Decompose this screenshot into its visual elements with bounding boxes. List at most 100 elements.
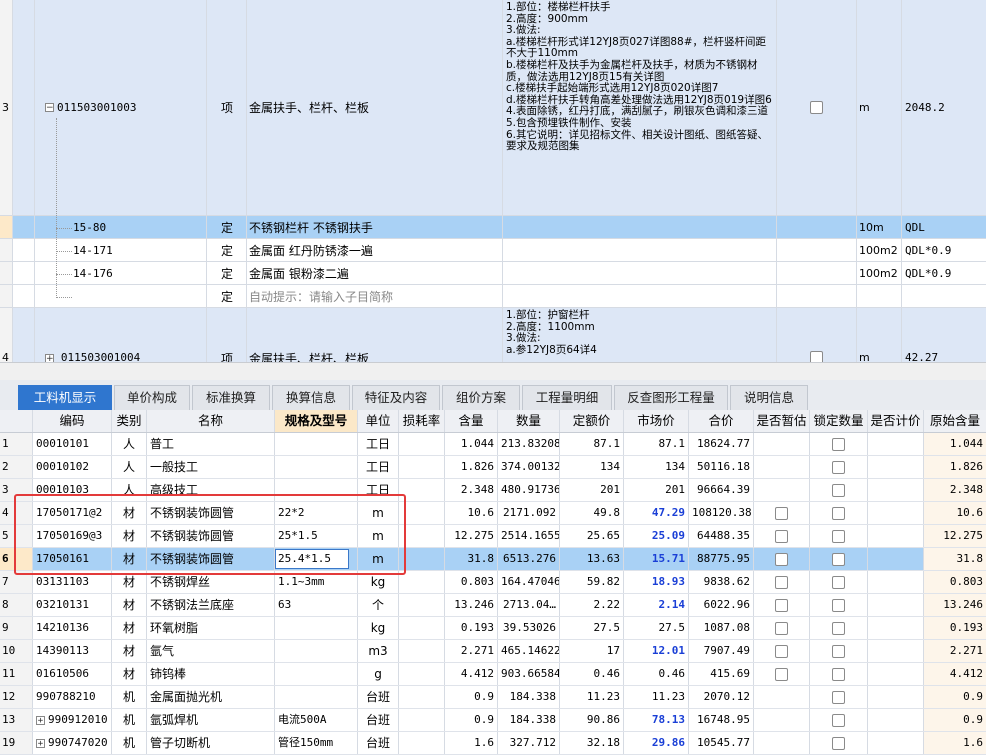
resource-code[interactable]: 990788210 <box>33 686 112 708</box>
col-total[interactable]: 合价 <box>689 410 754 432</box>
lock-quantity-checkbox[interactable] <box>832 529 845 543</box>
resource-row[interactable]: 8 03210131 材不锈钢法兰底座 63 个 13.246 2713.04… 2.22 2.… <box>0 594 986 617</box>
col-loss-rate[interactable]: 损耗率 <box>399 410 445 432</box>
resource-amount[interactable]: 2171.092 <box>498 502 560 524</box>
tab-standard-conversion[interactable]: 标准换算 <box>192 385 270 410</box>
tab-features[interactable]: 特征及内容 <box>352 385 440 410</box>
resource-loss-rate[interactable] <box>399 732 445 754</box>
col-content[interactable]: 含量 <box>445 410 498 432</box>
resource-loss-rate[interactable] <box>399 594 445 616</box>
resource-spec[interactable] <box>275 479 358 501</box>
resource-amount[interactable]: 2514.1655 <box>498 525 560 547</box>
resource-market-price[interactable]: 29.86 <box>624 732 689 754</box>
resource-loss-rate[interactable] <box>399 617 445 639</box>
resource-row[interactable]: 6 17050161 材不锈钢装饰圆管 25.4*1.5 m 31.8 6513.276 13… <box>0 548 986 571</box>
resource-content[interactable]: 1.6 <box>445 732 498 754</box>
resource-name[interactable]: 不锈钢法兰底座 <box>147 594 275 616</box>
resource-loss-rate[interactable] <box>399 686 445 708</box>
resource-market-price[interactable]: 2.14 <box>624 594 689 616</box>
resource-row[interactable]: 5 17050169@3 材不锈钢装饰圆管 25*1.5 m 12.275 2514.165… <box>0 525 986 548</box>
resource-row[interactable]: 7 03131103 材不锈钢焊丝 1.1~3mm kg 0.803 164.47046 59… <box>0 571 986 594</box>
resource-content[interactable]: 31.8 <box>445 548 498 570</box>
item-code[interactable]: − 011503001003 <box>35 0 207 215</box>
col-unit[interactable]: 单位 <box>358 410 399 432</box>
resource-name[interactable]: 高级技工 <box>147 479 275 501</box>
provisional-checkbox[interactable] <box>775 529 788 543</box>
resource-spec[interactable]: 1.1~3mm <box>275 571 358 593</box>
resource-content[interactable]: 1.826 <box>445 456 498 478</box>
resource-amount[interactable]: 6513.276 <box>498 548 560 570</box>
item-code[interactable]: + 011503001004 <box>35 308 207 362</box>
resource-row[interactable]: 11 01610506 材铈钨棒 g 4.412 903.66584 0.46 0.46 415… <box>0 663 986 686</box>
resource-loss-rate[interactable] <box>399 456 445 478</box>
resource-spec[interactable]: 管径150mm <box>275 732 358 754</box>
resource-row[interactable]: 3 00010103 人高级技工 工日 2.348 480.91736 201 201 9666… <box>0 479 986 502</box>
quota-name[interactable]: 金属面 红丹防锈漆一遍 <box>247 239 503 261</box>
resource-market-price[interactable]: 47.29 <box>624 502 689 524</box>
resource-loss-rate[interactable] <box>399 548 445 570</box>
lock-quantity-checkbox[interactable] <box>832 506 845 520</box>
quota-row[interactable]: 14-176 定 金属面 银粉漆二遍 100m2 QDL*0.9 <box>0 262 986 285</box>
col-original-content[interactable]: 原始含量 <box>924 410 986 432</box>
resource-content[interactable]: 1.044 <box>445 433 498 455</box>
resource-content[interactable]: 0.193 <box>445 617 498 639</box>
resource-name[interactable]: 一般技工 <box>147 456 275 478</box>
item-quantity[interactable]: 42.27 <box>902 308 986 362</box>
provisional-checkbox[interactable] <box>775 552 788 566</box>
resource-spec[interactable] <box>275 617 358 639</box>
quota-quantity[interactable]: QDL*0.9 <box>902 262 986 284</box>
resource-loss-rate[interactable] <box>399 709 445 731</box>
item-name[interactable]: 金属扶手、栏杆、栏板 <box>247 308 503 362</box>
resource-code[interactable]: 14210136 <box>33 617 112 639</box>
resource-code[interactable]: 17050161 <box>33 548 112 570</box>
tab-graphic-quantity[interactable]: 反查图形工程量 <box>614 385 728 410</box>
resource-code[interactable]: 01610506 <box>33 663 112 685</box>
resource-market-price[interactable]: 12.01 <box>624 640 689 662</box>
col-spec[interactable]: 规格及型号 <box>275 410 358 432</box>
resource-loss-rate[interactable] <box>399 571 445 593</box>
resource-name[interactable]: 不锈钢装饰圆管 <box>147 548 275 570</box>
resource-spec[interactable]: 25*1.5 <box>275 525 358 547</box>
resource-spec[interactable] <box>275 456 358 478</box>
resource-content[interactable]: 2.348 <box>445 479 498 501</box>
tab-conversion-info[interactable]: 换算信息 <box>272 385 350 410</box>
resource-code[interactable]: 00010101 <box>33 433 112 455</box>
provisional-checkbox[interactable] <box>775 644 788 658</box>
expand-icon[interactable]: + <box>45 354 54 362</box>
item-quantity[interactable]: 2048.2 <box>902 0 986 215</box>
resource-amount[interactable]: 164.47046 <box>498 571 560 593</box>
lock-quantity-checkbox[interactable] <box>832 713 845 727</box>
lock-quantity-checkbox[interactable] <box>832 736 845 750</box>
resource-row[interactable]: 1 00010101 人普工 工日 1.044 213.83208 87.1 87.1 1862… <box>0 433 986 456</box>
col-priced[interactable]: 是否计价 <box>868 410 924 432</box>
resource-row[interactable]: 9 14210136 材环氧树脂 kg 0.193 39.53026 27.5 27.5 108… <box>0 617 986 640</box>
col-amount[interactable]: 数量 <box>498 410 560 432</box>
quota-name[interactable]: 金属面 银粉漆二遍 <box>247 262 503 284</box>
resource-loss-rate[interactable] <box>399 433 445 455</box>
resource-name[interactable]: 不锈钢焊丝 <box>147 571 275 593</box>
resource-spec[interactable] <box>275 640 358 662</box>
resource-name[interactable]: 金属面抛光机 <box>147 686 275 708</box>
resource-spec[interactable]: 电流500A <box>275 709 358 731</box>
resource-name[interactable]: 氩弧焊机 <box>147 709 275 731</box>
item-checkbox[interactable] <box>810 351 823 362</box>
col-code[interactable]: 编码 <box>33 410 112 432</box>
resource-row[interactable]: 10 14390113 材氩气 m3 2.271 465.14622 17 12.01 7907… <box>0 640 986 663</box>
resource-content[interactable]: 12.275 <box>445 525 498 547</box>
resource-spec[interactable] <box>275 433 358 455</box>
spec-edit-input[interactable]: 25.4*1.5 <box>275 549 349 569</box>
panel-splitter[interactable] <box>0 362 986 381</box>
provisional-checkbox[interactable] <box>775 667 788 681</box>
resource-name[interactable]: 环氧树脂 <box>147 617 275 639</box>
lock-quantity-checkbox[interactable] <box>832 621 845 635</box>
lock-quantity-checkbox[interactable] <box>832 460 845 474</box>
resource-content[interactable]: 4.412 <box>445 663 498 685</box>
resource-spec[interactable] <box>275 663 358 685</box>
resource-content[interactable]: 13.246 <box>445 594 498 616</box>
resource-market-price[interactable]: 134 <box>624 456 689 478</box>
resource-row[interactable]: 4 17050171@2 材不锈钢装饰圆管 22*2 m 10.6 2171.092 49.8… <box>0 502 986 525</box>
bill-item-row[interactable]: 3 − 011503001003 项 金属扶手、栏杆、栏板 1.部位：楼梯栏杆扶… <box>0 0 986 216</box>
resource-spec[interactable]: 63 <box>275 594 358 616</box>
resource-code[interactable]: +990912010 <box>33 709 112 731</box>
resource-name[interactable]: 氩气 <box>147 640 275 662</box>
